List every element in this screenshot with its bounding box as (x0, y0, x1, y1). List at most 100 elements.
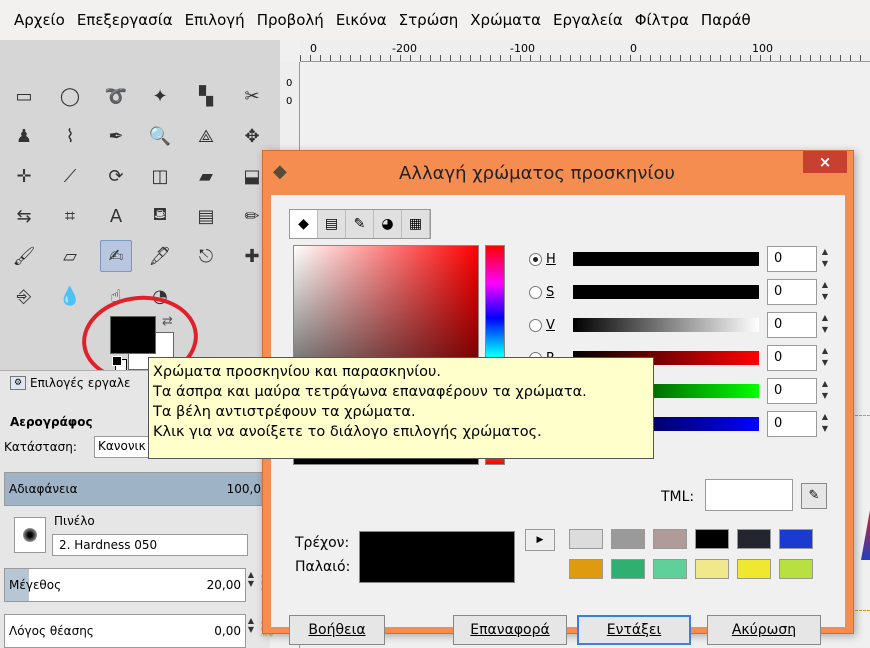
channel-v-slider[interactable] (573, 318, 759, 332)
palette-selector-tab-icon[interactable]: ▦ (402, 210, 430, 238)
bucket-fill-icon[interactable]: ⛾ (144, 200, 176, 232)
scale-icon[interactable]: ◫ (144, 160, 176, 192)
blur-icon[interactable]: 💧 (54, 280, 86, 312)
ruler-tick-label: 0 (630, 42, 637, 55)
clone-icon[interactable]: ⎋ (190, 240, 222, 272)
color-picker-icon[interactable]: ✒ (100, 120, 132, 152)
channel-r-value[interactable]: 0 (767, 345, 817, 371)
channel-v-value[interactable]: 0 (767, 312, 817, 338)
history-swatch[interactable] (653, 559, 687, 579)
color-picker-icon[interactable]: ✎ (801, 483, 827, 509)
ellipse-select-icon[interactable]: ◯ (54, 80, 86, 112)
history-swatch[interactable] (569, 559, 603, 579)
paths-icon[interactable]: ⌇ (54, 120, 86, 152)
align-icon[interactable]: ✛ (8, 160, 40, 192)
gimp-logo-icon: ◆ (273, 161, 287, 182)
opacity-slider[interactable]: Αδιαφάνεια 100,0 (4, 472, 266, 506)
rotate-icon[interactable]: ⟳ (100, 160, 132, 192)
history-swatch[interactable] (779, 559, 813, 579)
opacity-label: Αδιαφάνεια (9, 482, 78, 496)
ruler-tick-label: 0 (286, 96, 293, 107)
menu-edit[interactable]: Επεξεργασία (77, 11, 173, 29)
channel-s-slider[interactable] (573, 285, 759, 299)
channel-g-value[interactable]: 0 (767, 378, 817, 404)
channel-h-slider[interactable] (573, 252, 759, 266)
wheel-selector-tab-icon[interactable]: ◕ (374, 210, 402, 238)
channel-s-value[interactable]: 0 (767, 279, 817, 305)
channel-h-radio[interactable] (529, 252, 542, 266)
cage-icon[interactable]: ⌗ (54, 200, 86, 232)
blend-icon[interactable]: ▤ (190, 200, 222, 232)
move-icon[interactable]: ✥ (236, 120, 268, 152)
flip-icon[interactable]: ⇆ (8, 200, 40, 232)
scissors-icon[interactable]: ✂ (236, 80, 268, 112)
history-swatch[interactable] (779, 529, 813, 549)
channel-b-value[interactable]: 0 (767, 411, 817, 437)
ink-icon[interactable]: 🖋 (144, 240, 176, 272)
size-slider[interactable]: Μέγεθος 20,00 (4, 568, 246, 602)
history-swatch[interactable] (569, 529, 603, 549)
history-swatch[interactable] (611, 559, 645, 579)
channel-r-spinner[interactable]: ▲ ▼ (819, 345, 831, 371)
channel-v-label: V (546, 317, 555, 333)
menu-windows[interactable]: Παράθ (701, 11, 751, 29)
color-select-icon[interactable]: ▚ (190, 80, 222, 112)
channel-s-radio[interactable] (529, 285, 542, 299)
gimp-selector-tab-icon[interactable]: ◆ (290, 210, 318, 238)
eraser-icon[interactable]: ▱ (54, 240, 86, 272)
menu-view[interactable]: Προβολή (257, 11, 324, 29)
zoom-icon[interactable]: 🔍 (144, 120, 176, 152)
reset-button[interactable]: Επαναφορά (453, 615, 567, 645)
shear-icon[interactable]: ▰ (190, 160, 222, 192)
menu-tools[interactable]: Εργαλεία (553, 11, 623, 29)
ok-button[interactable]: Εντάξει (577, 615, 691, 645)
canvas-boundary (855, 415, 870, 611)
channel-g-spinner[interactable]: ▲ ▼ (819, 378, 831, 404)
perspective-clone-icon[interactable]: ⎆ (8, 280, 40, 312)
channel-b-spinner[interactable]: ▲ ▼ (819, 411, 831, 437)
history-swatch[interactable] (611, 529, 645, 549)
channel-h-spinner[interactable]: ▲ ▼ (819, 246, 831, 272)
text-icon[interactable]: A (100, 200, 132, 232)
channel-h-value[interactable]: 0 (767, 246, 817, 272)
add-to-history-button[interactable]: ▶ (525, 529, 555, 551)
mode-select[interactable]: Κανονικ (94, 436, 154, 458)
html-notation-input[interactable] (705, 479, 793, 511)
history-swatch[interactable] (695, 559, 729, 579)
tool-options-tab[interactable]: ⚙ Επιλογές εργαλε (10, 376, 130, 390)
transform-icon[interactable]: ⟋ (54, 160, 86, 192)
menu-select[interactable]: Επιλογή (185, 11, 245, 29)
close-button[interactable]: × (803, 151, 847, 173)
menu-file[interactable]: Αρχείο (14, 11, 65, 29)
menu-filters[interactable]: Φίλτρα (635, 11, 689, 29)
menu-colors[interactable]: Χρώματα (470, 11, 541, 29)
free-select-icon[interactable]: ➰ (100, 80, 132, 112)
channel-v-radio[interactable] (529, 318, 542, 332)
brush-name-field[interactable]: 2. Hardness 050 (52, 534, 248, 556)
watercolor-selector-tab-icon[interactable]: ✎ (346, 210, 374, 238)
foreground-select-icon[interactable]: ♟ (8, 120, 40, 152)
history-swatch[interactable] (653, 529, 687, 549)
channel-v-spinner[interactable]: ▲ ▼ (819, 312, 831, 338)
channel-s-row: S (529, 277, 566, 307)
paintbrush-icon[interactable]: 🖌 (8, 240, 40, 272)
size-value: 20,00 (206, 578, 241, 592)
rect-select-icon[interactable]: ▭ (8, 80, 40, 112)
menu-layer[interactable]: Στρώση (399, 11, 459, 29)
brush-preview[interactable] (14, 517, 46, 553)
cancel-button[interactable]: Ακύρωση (707, 615, 821, 645)
aspect-slider[interactable]: Λόγος θέασης 0,00 (4, 614, 246, 648)
history-swatch[interactable] (695, 529, 729, 549)
size-spinner[interactable]: ▲ ▼ (246, 570, 256, 598)
history-swatch[interactable] (737, 529, 771, 549)
help-button[interactable]: Βοήθεια (289, 615, 385, 645)
measure-icon[interactable]: ⟁ (190, 120, 222, 152)
menu-image[interactable]: Εικόνα (336, 11, 387, 29)
fuzzy-select-icon[interactable]: ✦ (144, 80, 176, 112)
airbrush-icon[interactable]: ✍ (100, 240, 132, 272)
aspect-label: Λόγος θέασης (9, 624, 94, 638)
aspect-spinner[interactable]: ▲ ▼ (246, 616, 256, 644)
channel-s-spinner[interactable]: ▲ ▼ (819, 279, 831, 305)
history-swatch[interactable] (737, 559, 771, 579)
cmyk-selector-tab-icon[interactable]: ▤ (318, 210, 346, 238)
